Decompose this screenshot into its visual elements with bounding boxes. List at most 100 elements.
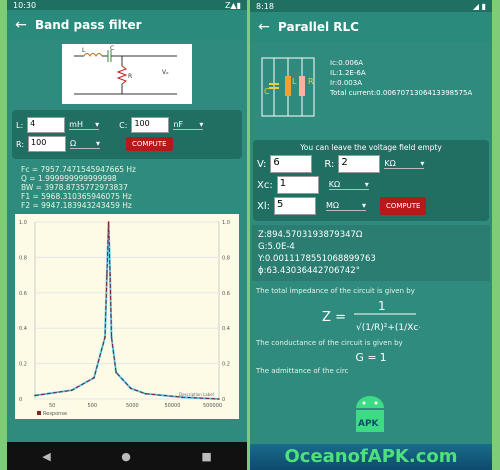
result-f2: F2 = 9947.183943243459 Hz	[21, 201, 132, 210]
back-arrow-icon[interactable]: ←	[250, 19, 278, 35]
c-unit-select[interactable]: nF ▾	[173, 120, 204, 130]
c-input[interactable]: 100	[131, 117, 170, 133]
explain-conductance: The conductance of the circuit is given …	[256, 339, 403, 347]
data-point	[144, 392, 147, 395]
r-unit-select[interactable]: Ω ▾	[70, 139, 101, 149]
xc-input[interactable]: 1	[276, 176, 319, 194]
y-tick-label: 1.0	[19, 220, 27, 226]
impedance-formula: Z = 1 √(1/R)²+(1/Xc−1/XL)²	[250, 297, 492, 337]
y-tick-label-right: 0.2	[222, 362, 230, 368]
v-input[interactable]: 6	[270, 155, 313, 173]
series-line	[34, 221, 220, 400]
y-tick-label-right: 1.0	[222, 220, 230, 226]
input-row-v: V: 6 R: 2 KΩ ▾	[257, 155, 485, 173]
series-line-shadow	[34, 221, 220, 400]
data-point	[106, 274, 108, 276]
xc-unit-select[interactable]: KΩ ▾	[328, 180, 369, 190]
data-point	[107, 221, 110, 223]
input-panel: You can leave the voltage field empty V:…	[253, 140, 489, 221]
y-tick-label: 0	[19, 397, 22, 403]
v-label: V:	[257, 158, 267, 170]
data-point	[34, 394, 36, 397]
label-c: C	[110, 45, 114, 52]
r-input[interactable]: 100	[28, 136, 67, 152]
label-r: R	[308, 77, 314, 86]
l-unit-select[interactable]: mH ▾	[69, 120, 100, 130]
result-g: G:5.0E-4	[258, 242, 295, 252]
home-nav-icon[interactable]: ●	[121, 450, 131, 463]
x-tick-label: 500000	[203, 403, 222, 409]
svg-text:APK: APK	[358, 419, 380, 429]
r-unit-select[interactable]: KΩ ▾	[384, 159, 425, 169]
current-il: IL:1.2E-6A	[330, 69, 366, 77]
data-point	[129, 387, 132, 390]
x-tick-label: 50	[49, 403, 55, 409]
result-y: Y:0.0011178551068899763	[258, 254, 376, 264]
impedance-formula-svg: 1 √(1/R)²+(1/Xc−1/XL)²	[353, 299, 420, 333]
data-point	[104, 336, 106, 338]
currents-block: Ic:0.006A IL:1.2E-6A Ir:0.003A Total cur…	[324, 48, 472, 132]
formula-g-label: G =	[355, 350, 377, 364]
compute-button[interactable]: COMPUTE	[380, 197, 427, 215]
page-title: Parallel RLC	[278, 20, 359, 34]
back-arrow-icon[interactable]: ←	[7, 17, 35, 33]
label-l: L	[292, 77, 297, 86]
input-row-xl: Xl: 5 MΩ ▾ COMPUTE	[257, 197, 485, 215]
hint-text: You can leave the voltage field empty	[300, 143, 442, 152]
explain-impedance: The total impedance of the circuit is gi…	[256, 287, 415, 295]
data-point	[115, 371, 117, 374]
l-input[interactable]: 4	[27, 117, 66, 133]
formula-z-label: Z =	[322, 309, 346, 325]
y-tick-label-right: 0.6	[222, 291, 230, 297]
response-chart: 0 0 0.2 0.2 0.4 0.4 0.6 0.6 0.8 0.8 1.0 1.0 50 500 500…	[15, 214, 239, 419]
y-tick-label: 0.4	[19, 326, 27, 332]
xl-label: Xl:	[257, 200, 270, 212]
current-ic: Ic:0.006A	[330, 59, 364, 67]
label-r: R	[128, 73, 132, 80]
data-point	[109, 274, 111, 276]
back-nav-icon[interactable]: ◀	[42, 450, 50, 463]
band-pass-circuit-svg: L C R Vₒ	[74, 45, 177, 95]
svg-text:√(1/R)²+(1/Xc−1/XL)²: √(1/R)²+(1/Xc−1/XL)²	[356, 322, 420, 333]
label-c: C	[264, 87, 270, 96]
y-tick-label: 0.2	[19, 362, 27, 368]
r-label: R:	[16, 139, 25, 149]
result-f1: F1 = 5968.310365946075 Hz	[21, 192, 132, 201]
recents-nav-icon[interactable]: ■	[201, 450, 211, 463]
nav-bar: ◀ ● ■	[7, 442, 247, 470]
compute-button[interactable]: COMPUTE	[126, 137, 173, 151]
status-bar: 10:30 Z▲▮	[7, 0, 247, 10]
label-l: L	[82, 47, 86, 54]
data-point	[93, 376, 95, 379]
app-bar: ← Parallel RLC	[250, 12, 492, 42]
status-time: 10:30	[13, 0, 37, 10]
data-point	[218, 398, 220, 400]
input-row-xc: Xc: 1 KΩ ▾	[257, 176, 485, 194]
parallel-rlc-circuit-svg: C L R	[261, 57, 315, 117]
x-tick-label: 50000	[165, 403, 181, 409]
xl-unit-select[interactable]: MΩ ▾	[326, 201, 366, 211]
r-input[interactable]: 2	[338, 155, 381, 173]
result-q: Q = 1.999999999999998	[21, 174, 117, 183]
input-panel: L: 4 mH ▾ C: 100 nF ▾ R: 100 Ω ▾ COMPUTE	[12, 110, 242, 159]
description-label: Description Label	[179, 392, 214, 397]
conductance-formula: G = 1	[250, 349, 492, 365]
data-point	[110, 336, 113, 338]
result-phi: ϕ:63.43036442706742°	[258, 266, 360, 276]
circuit-diagram: L C R Vₒ	[62, 44, 192, 104]
explain-admittance: The admittance of the circ	[256, 367, 349, 375]
x-tick-label: 5000	[126, 403, 139, 409]
result-bw: BW = 3978.8735772973837	[21, 183, 128, 192]
l-label: L:	[16, 120, 24, 130]
android-logo-icon: APK	[350, 392, 390, 440]
svg-text:1: 1	[378, 299, 386, 313]
r-label: R:	[324, 158, 335, 170]
chart-svg: 0 0 0.2 0.2 0.4 0.4 0.6 0.6 0.8 0.8 1.0 1.0 50 500 500…	[19, 220, 230, 417]
current-ir: Ir:0.003A	[330, 79, 363, 87]
plot-area	[34, 221, 220, 400]
xl-input[interactable]: 5	[274, 197, 316, 215]
current-total: Total current:0.006707130641339857​5A	[330, 89, 473, 97]
xc-label: Xc:	[257, 179, 273, 191]
y-tick-label-right: 0.4	[222, 326, 230, 332]
status-bar: 8:18 ◢ ▮	[250, 0, 492, 12]
